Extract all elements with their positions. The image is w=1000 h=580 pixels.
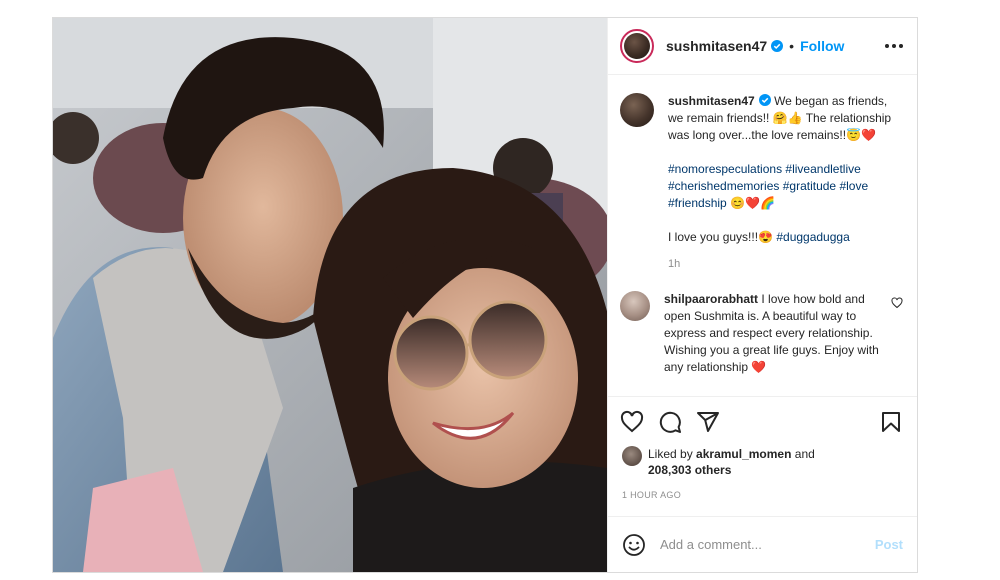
- post-photo[interactable]: [53, 18, 607, 572]
- instagram-post: sushmitasen47 • Follow sushmitasen47 We …: [52, 17, 918, 573]
- hashtag-link[interactable]: #duggadugga: [776, 230, 849, 244]
- author-username[interactable]: sushmitasen47: [666, 38, 767, 54]
- caption-hashtags: #nomorespeculations #liveandletlive #che…: [668, 161, 900, 212]
- likes-prefix: Liked by: [648, 447, 693, 461]
- paper-plane-icon[interactable]: [696, 410, 720, 434]
- comment-input[interactable]: [660, 537, 875, 552]
- more-options-icon[interactable]: [885, 44, 903, 48]
- post-header: sushmitasen47 • Follow: [608, 18, 917, 75]
- comment-bubble-icon[interactable]: [658, 410, 682, 434]
- commenter-username[interactable]: shilpaarorabhatt: [664, 292, 758, 306]
- action-bar: [608, 396, 917, 446]
- smiley-icon[interactable]: [622, 533, 646, 557]
- likes-others-count[interactable]: 208,303 others: [648, 463, 731, 477]
- hashtag-emojis: 😊❤️🌈: [730, 196, 775, 210]
- commenter-avatar[interactable]: [620, 291, 650, 321]
- post-caption: sushmitasen47 We began as friends, we re…: [620, 93, 903, 273]
- likes-text: Liked by akramul_momen and 208,303 other…: [648, 446, 815, 478]
- bookmark-icon[interactable]: [879, 410, 903, 434]
- caption-closing-line: I love you guys!!!😍 #duggadugga: [668, 229, 900, 246]
- comment-like-heart-icon[interactable]: [891, 297, 903, 309]
- likes-joiner: and: [794, 447, 815, 461]
- liker-avatar[interactable]: [622, 446, 642, 466]
- comment-item: shilpaarorabhatt I love how bold and ope…: [620, 291, 903, 376]
- add-comment-bar: Post: [608, 516, 917, 572]
- post-comment-button[interactable]: Post: [875, 537, 903, 552]
- verified-badge-icon: [758, 94, 771, 106]
- author-avatar[interactable]: [620, 29, 654, 63]
- separator-dot: •: [789, 38, 795, 54]
- hashtag-link[interactable]: #liveandletlive: [785, 162, 860, 176]
- verified-badge-icon: [771, 40, 784, 52]
- selfie-photo-illustration: [53, 18, 607, 572]
- hashtag-link[interactable]: #love: [839, 179, 868, 193]
- post-timestamp[interactable]: 1 HOUR AGO: [608, 486, 917, 516]
- comments-section[interactable]: sushmitasen47 We began as friends, we re…: [608, 75, 917, 396]
- comment-body: shilpaarorabhatt I love how bold and ope…: [664, 291, 886, 376]
- liker-username[interactable]: akramul_momen: [696, 447, 791, 461]
- hashtag-link[interactable]: #gratitude: [783, 179, 836, 193]
- caption-age[interactable]: 1h: [668, 256, 900, 273]
- hashtag-link[interactable]: #nomorespeculations: [668, 162, 782, 176]
- post-side-panel: sushmitasen47 • Follow sushmitasen47 We …: [607, 18, 917, 572]
- heart-icon[interactable]: [620, 410, 644, 434]
- caption-body: sushmitasen47 We began as friends, we re…: [668, 93, 900, 273]
- likes-summary: Liked by akramul_momen and 208,303 other…: [608, 446, 917, 486]
- follow-button[interactable]: Follow: [800, 38, 844, 54]
- caption-closing-text: I love you guys!!!😍: [668, 230, 773, 244]
- hashtag-link[interactable]: #friendship: [668, 196, 727, 210]
- hashtag-link[interactable]: #cherishedmemories: [668, 179, 779, 193]
- caption-username[interactable]: sushmitasen47: [668, 94, 755, 108]
- caption-avatar[interactable]: [620, 93, 654, 127]
